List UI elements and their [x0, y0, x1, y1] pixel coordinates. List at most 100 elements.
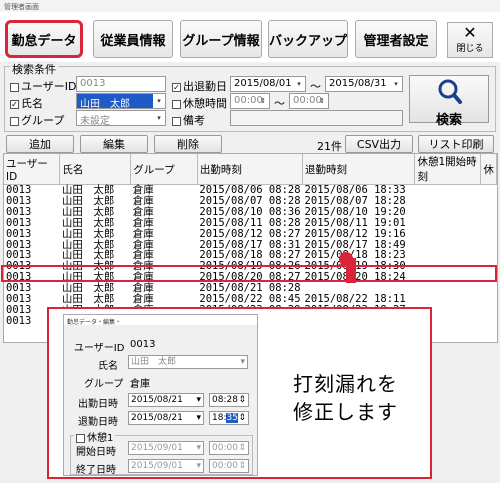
table-cell [481, 316, 497, 327]
dialog-name-select[interactable]: 山田 太郎 ▾ [128, 355, 248, 369]
backup-button[interactable]: バックアップ [268, 20, 348, 58]
date-to-picker[interactable]: 2015/08/31 ▾ [325, 76, 403, 92]
chevron-down-icon: ▾ [196, 413, 201, 423]
employee-info-button[interactable]: 従業員情報 [93, 20, 173, 58]
search-button-label: 検索 [435, 113, 462, 128]
table-header-row: ユーザーID 氏名 グループ 出勤時刻 退勤時刻 休憩1開始時刻 休 [4, 154, 497, 185]
table-cell [415, 250, 481, 261]
table-cell [415, 185, 481, 196]
dialog-out-label: 退勤日時 [78, 417, 118, 428]
group-filter-checkbox[interactable]: グループ [10, 112, 64, 128]
dialog-in-time[interactable]: 08:28 ⇕ [209, 393, 249, 407]
table-cell [481, 294, 497, 305]
note-filter-checkbox[interactable]: 備考 [172, 112, 205, 128]
name-filter-select[interactable]: 山田 太郎 ▾ [76, 93, 166, 110]
table-cell [415, 207, 481, 218]
note-filter-input[interactable] [230, 110, 403, 126]
chevron-down-icon: ▾ [196, 461, 201, 471]
column-header[interactable]: グループ [130, 154, 198, 185]
break-start-date[interactable]: 2015/09/01 ▾ [128, 441, 204, 455]
table-row[interactable]: 0013 山田 太郎 倉庫 2015/08/11 08:28 2015/08/11 19… [4, 216, 497, 229]
annotation-line-1: 打刻漏れを [293, 372, 398, 396]
break-to-input[interactable]: 00:00 ⇕ [289, 93, 329, 109]
table-cell [481, 283, 497, 294]
close-label: 閉じる [456, 44, 484, 54]
date-range-separator: ～ [310, 80, 321, 93]
dialog-in-label: 出勤日時 [78, 399, 118, 410]
break-from-input[interactable]: 00:00 ⇕ [230, 93, 270, 109]
dialog-out-date[interactable]: 2015/08/21 ▾ [128, 411, 204, 425]
column-header[interactable]: 退勤時刻 [302, 154, 416, 185]
dialog-group-value: 倉庫 [130, 379, 150, 390]
table-cell [481, 305, 497, 316]
table-cell [481, 229, 497, 240]
workdate-filter-checkbox[interactable]: ✓ 出退勤日 [172, 78, 227, 94]
chevron-down-icon: ▾ [157, 114, 161, 122]
dialog-userid-value: 0013 [130, 339, 156, 350]
break-range-separator: ～ [274, 97, 285, 110]
dialog-out-time[interactable]: 18:35 ⇕ [209, 411, 249, 425]
table-cell: 山田 太郎 [61, 216, 115, 229]
spinner-icon: ⇕ [238, 395, 246, 405]
edit-button[interactable]: 編集 [80, 135, 148, 153]
break-end-label: 終了日時 [76, 465, 116, 476]
break-end-date[interactable]: 2015/09/01 ▾ [128, 459, 204, 473]
add-button[interactable]: 追加 [6, 135, 74, 153]
break-start-time[interactable]: 00:00 ⇕ [209, 441, 249, 455]
table-cell [415, 240, 481, 251]
attendance-data-button[interactable]: 勤怠データ [5, 20, 83, 58]
print-list-button[interactable]: リスト印刷 [418, 135, 494, 153]
break1-checkbox[interactable]: 休憩1 [74, 429, 116, 444]
spinner-icon: ⇕ [238, 443, 246, 453]
table-cell [481, 240, 497, 251]
chevron-down-icon: ▾ [196, 443, 201, 453]
record-count: 21件 [317, 140, 342, 153]
break-filter-checkbox[interactable]: 休憩時間 [172, 95, 227, 111]
column-header[interactable]: ユーザーID [4, 154, 61, 185]
date-from-picker[interactable]: 2015/08/01 ▾ [230, 76, 306, 92]
table-cell: 0013 [6, 216, 32, 229]
annotation-text: 打刻漏れを 修正します [293, 370, 398, 426]
group-filter-select[interactable]: 未設定 ▾ [76, 110, 166, 127]
table-cell: 0013 [6, 227, 32, 240]
table-cell: 倉庫 [132, 227, 154, 240]
close-button[interactable]: ✕ 閉じる [447, 22, 493, 58]
spinner-icon: ⇕ [238, 413, 246, 423]
name-filter-checkbox[interactable]: ✓ 氏名 [10, 95, 43, 111]
chevron-down-icon: ▾ [153, 94, 165, 108]
table-cell: 2015/08/11 19:01 [304, 216, 406, 229]
table-cell [481, 185, 497, 196]
search-conditions-legend: 検索条件 [10, 61, 58, 77]
column-header[interactable]: 休 [480, 154, 497, 185]
close-icon: ✕ [463, 23, 477, 42]
group-info-button[interactable]: グループ情報 [180, 20, 262, 58]
dialog-group-label: グループ [84, 379, 124, 390]
column-header[interactable]: 休憩1開始時刻 [414, 154, 482, 185]
userid-filter-checkbox[interactable]: ユーザーID [10, 78, 77, 94]
table-cell [415, 229, 481, 240]
userid-filter-input[interactable]: 0013 [76, 76, 166, 92]
search-button[interactable]: 検索 [409, 75, 489, 128]
table-cell: 2015/08/11 08:28 [199, 216, 301, 229]
table-cell: 2015/08/12 08:27 [199, 227, 301, 240]
edit-dialog: 勤怠データ・編集・ ユーザーID 0013 氏名 山田 太郎 ▾ グループ 倉庫 … [63, 314, 258, 476]
admin-settings-button[interactable]: 管理者設定 [355, 20, 437, 58]
table-cell: 山田 太郎 [61, 227, 115, 240]
table-cell [415, 283, 481, 294]
delete-button[interactable]: 削除 [154, 135, 222, 153]
dialog-userid-label: ユーザーID [74, 343, 125, 354]
column-header[interactable]: 氏名 [59, 154, 132, 185]
table-row[interactable]: 0013 山田 太郎 倉庫 2015/08/12 08:27 2015/08/12 19… [4, 227, 497, 240]
csv-export-button[interactable]: CSV出力 [345, 135, 413, 153]
spinner-icon: ⇕ [319, 97, 325, 105]
dialog-in-date[interactable]: 2015/08/21 ▾ [128, 393, 204, 407]
callout-dot [339, 252, 353, 266]
spinner-icon: ⇕ [238, 461, 246, 471]
break-end-time[interactable]: 00:00 ⇕ [209, 459, 249, 473]
table-cell: 倉庫 [132, 216, 154, 229]
spinner-icon: ⇕ [260, 97, 266, 105]
table-cell [481, 218, 497, 229]
highlighted-row-marker [1, 265, 497, 282]
magnifier-icon [438, 79, 462, 104]
column-header[interactable]: 出勤時刻 [197, 154, 304, 185]
